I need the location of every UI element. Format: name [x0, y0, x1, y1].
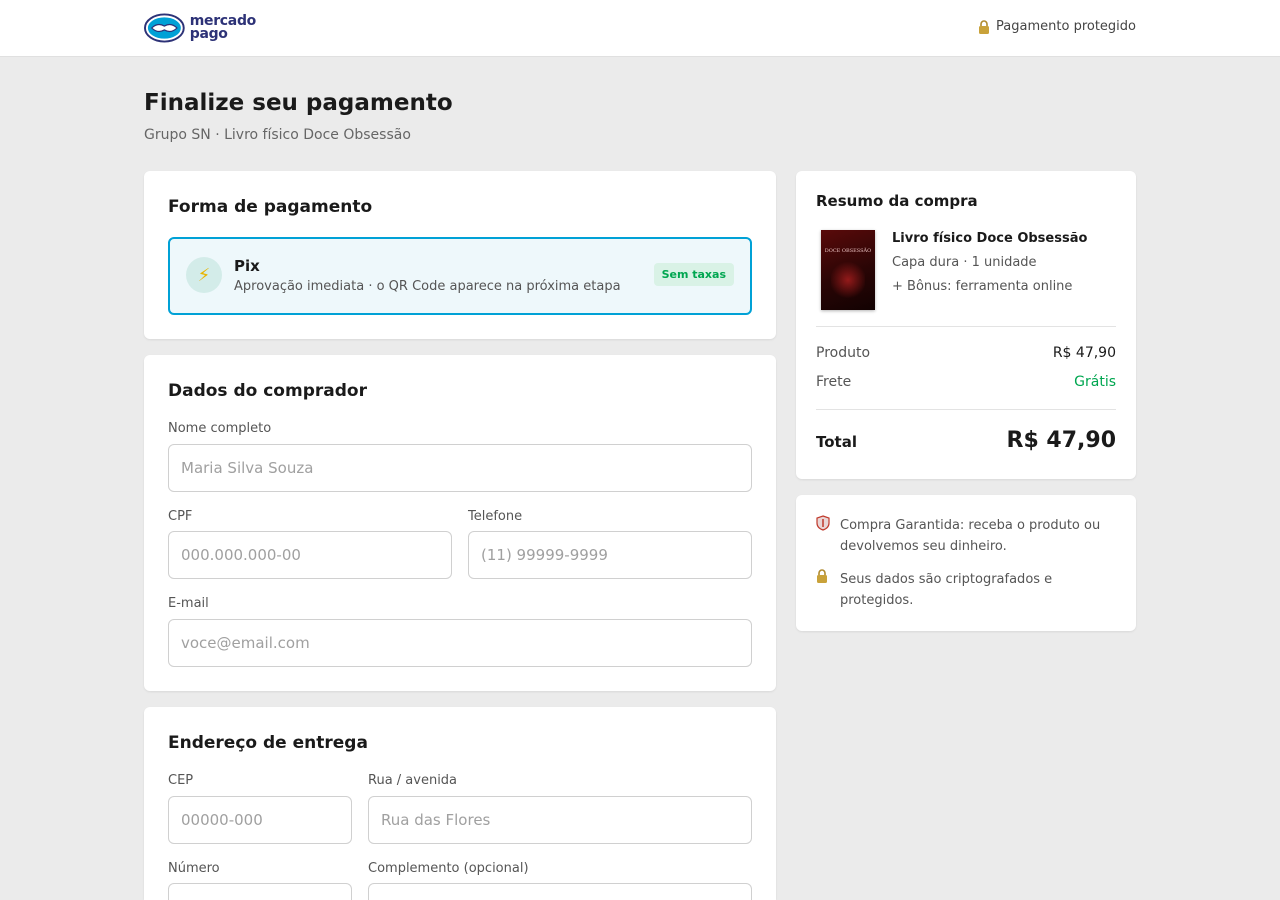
product-detail: Capa dura · 1 unidade — [892, 255, 1037, 270]
logo-word-pago: pago — [189, 26, 228, 42]
payment-method-card: Forma de pagamento ⚡ Pix Aprovação imedi… — [144, 171, 776, 339]
total-label: Total — [816, 433, 857, 451]
number-input[interactable] — [168, 883, 352, 900]
pix-option[interactable]: ⚡ Pix Aprovação imediata · o QR Code apa… — [168, 237, 752, 315]
shield-icon — [816, 515, 840, 557]
full-name-input[interactable] — [168, 444, 752, 492]
complement-input[interactable] — [368, 883, 752, 900]
pix-option-name: Pix — [234, 257, 260, 275]
phone-input[interactable] — [468, 531, 752, 579]
mercado-pago-logo[interactable]: mercado pago — [144, 12, 256, 44]
product-price-value: R$ 47,90 — [1052, 345, 1116, 361]
security-item: Seus dados são criptografados e protegid… — [816, 569, 1116, 611]
handshake-logo-icon — [144, 13, 185, 43]
shipping-label: Frete — [816, 374, 852, 390]
top-bar: mercado pago Pagamento protegido — [0, 0, 1280, 57]
lock-icon — [816, 569, 840, 611]
product-price-label: Produto — [816, 345, 871, 361]
cpf-input[interactable] — [168, 531, 452, 579]
trust-card: Compra Garantida: receba o produto ou de… — [796, 495, 1136, 631]
buyer-data-card: Dados do comprador Nome completo CPF Tel… — [144, 355, 776, 691]
summary-divider — [816, 326, 1116, 327]
cep-label: CEP — [168, 773, 194, 788]
number-label: Número — [168, 861, 220, 876]
guarantee-item: Compra Garantida: receba o produto ou de… — [816, 515, 1116, 557]
purchase-summary-title: Resumo da compra — [816, 192, 978, 210]
security-text: Seus dados são criptografados e protegid… — [840, 572, 1053, 608]
lock-icon — [979, 19, 990, 34]
payment-method-title: Forma de pagamento — [168, 197, 373, 217]
complement-label: Complemento (opcional) — [368, 861, 529, 876]
summary-divider — [816, 409, 1116, 410]
cep-input[interactable] — [168, 796, 352, 844]
delivery-address-title: Endereço de entrega — [168, 733, 368, 753]
secure-payment-label: Pagamento protegido — [996, 19, 1136, 34]
no-fees-badge: Sem taxas — [653, 263, 734, 286]
delivery-address-card: Endereço de entrega CEP Rua / avenida Nú… — [144, 707, 776, 900]
page-title: Finalize seu pagamento — [144, 90, 453, 116]
book-cover-glow — [831, 260, 865, 300]
phone-label: Telefone — [468, 509, 523, 524]
email-input[interactable] — [168, 619, 752, 667]
guarantee-text: Compra Garantida: receba o produto ou de… — [840, 518, 1101, 554]
secure-payment-indicator: Pagamento protegido — [978, 19, 1136, 34]
pix-option-description: Aprovação imediata · o QR Code aparece n… — [234, 279, 621, 294]
total-value: R$ 47,90 — [1006, 428, 1117, 453]
street-input[interactable] — [368, 796, 752, 844]
buyer-data-title: Dados do comprador — [168, 381, 367, 401]
cpf-label: CPF — [168, 509, 193, 524]
logo-wordmark: mercado pago — [189, 14, 257, 42]
full-name-label: Nome completo — [168, 421, 272, 436]
email-label: E-mail — [168, 596, 209, 611]
book-cover-image: DOCE OBSESSÃO — [821, 230, 875, 310]
street-label: Rua / avenida — [368, 773, 458, 788]
page-subtitle: Grupo SN · Livro físico Doce Obsessão — [144, 127, 411, 143]
product-name: Livro físico Doce Obsessão — [892, 231, 1088, 246]
book-cover-title: DOCE OBSESSÃO — [824, 248, 872, 254]
lightning-icon: ⚡ — [186, 257, 222, 293]
shipping-value: Grátis — [1074, 374, 1116, 390]
product-bonus: + Bônus: ferramenta online — [892, 279, 1073, 294]
purchase-summary-card: Resumo da compra DOCE OBSESSÃO Livro fís… — [796, 171, 1136, 479]
